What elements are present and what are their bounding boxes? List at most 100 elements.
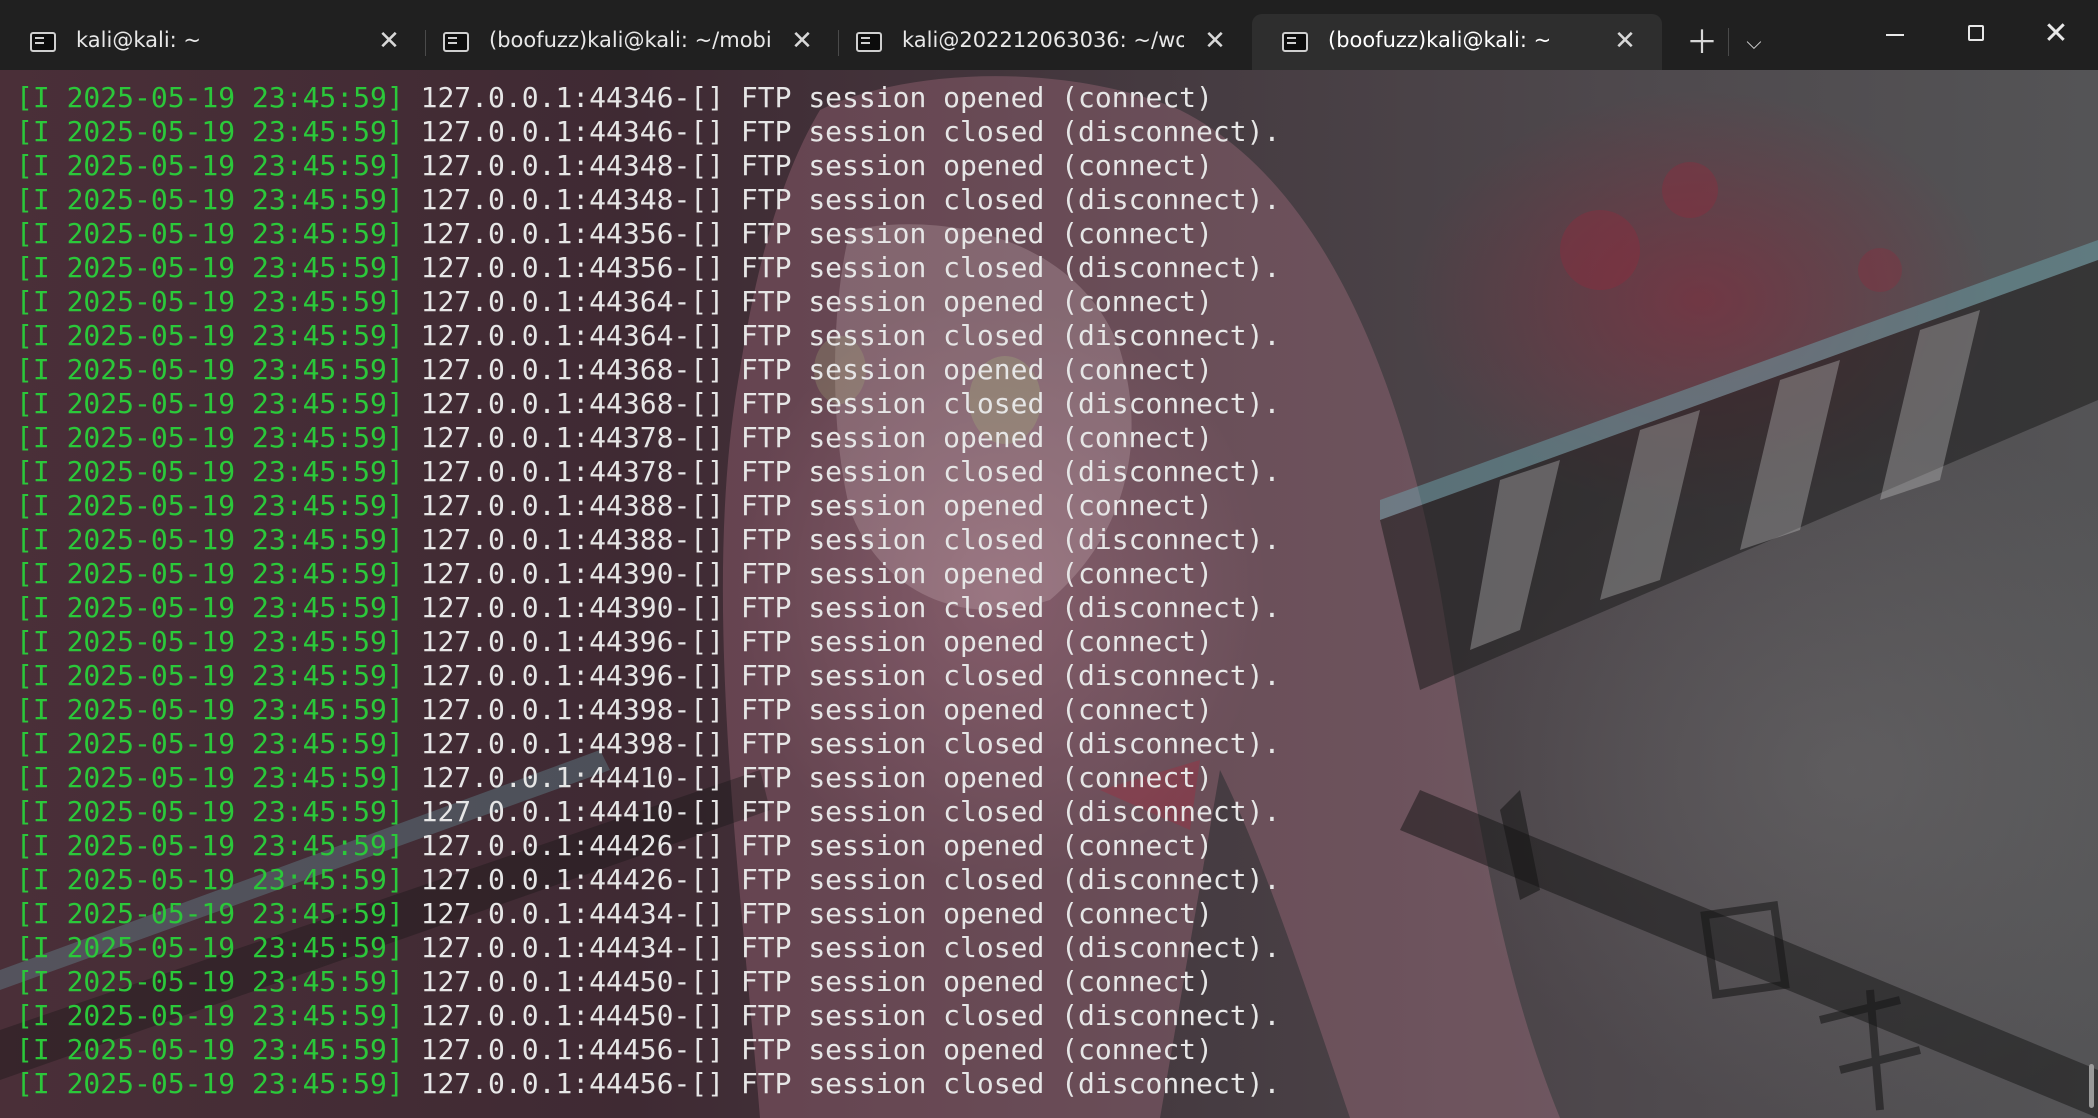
terminal-icon [30, 32, 56, 52]
close-icon[interactable]: ✕ [1610, 26, 1640, 56]
minimize-button[interactable] [1854, 8, 1934, 60]
tab-title: kali@202212063036: ~/worksp [902, 28, 1184, 52]
log-line: [I 2025-05-19 23:45:59] 127.0.0.1:44390-… [16, 591, 1280, 625]
log-timestamp: [I 2025-05-19 23:45:59] [16, 183, 404, 216]
log-timestamp: [I 2025-05-19 23:45:59] [16, 217, 404, 250]
log-line: [I 2025-05-19 23:45:59] 127.0.0.1:44396-… [16, 625, 1280, 659]
log-message: 127.0.0.1:44388-[] FTP session closed (d… [403, 523, 1281, 556]
close-icon[interactable]: ✕ [374, 26, 404, 56]
log-line: [I 2025-05-19 23:45:59] 127.0.0.1:44356-… [16, 217, 1280, 251]
log-message: 127.0.0.1:44426-[] FTP session closed (d… [403, 863, 1281, 896]
tab-dropdown-button[interactable]: ⌵ [1732, 22, 1776, 62]
log-timestamp: [I 2025-05-19 23:45:59] [16, 455, 404, 488]
log-line: [I 2025-05-19 23:45:59] 127.0.0.1:44348-… [16, 149, 1280, 183]
log-timestamp: [I 2025-05-19 23:45:59] [16, 557, 404, 590]
log-line: [I 2025-05-19 23:45:59] 127.0.0.1:44434-… [16, 931, 1280, 965]
log-timestamp: [I 2025-05-19 23:45:59] [16, 999, 404, 1032]
log-line: [I 2025-05-19 23:45:59] 127.0.0.1:44348-… [16, 183, 1280, 217]
log-line: [I 2025-05-19 23:45:59] 127.0.0.1:44364-… [16, 319, 1280, 353]
log-timestamp: [I 2025-05-19 23:45:59] [16, 421, 404, 454]
log-timestamp: [I 2025-05-19 23:45:59] [16, 1067, 404, 1100]
log-message: 127.0.0.1:44348-[] FTP session opened (c… [403, 149, 1213, 182]
log-timestamp: [I 2025-05-19 23:45:59] [16, 285, 404, 318]
close-window-button[interactable]: ✕ [2016, 8, 2096, 60]
chevron-down-icon: ⌵ [1746, 30, 1762, 54]
log-timestamp: [I 2025-05-19 23:45:59] [16, 591, 404, 624]
log-message: 127.0.0.1:44410-[] FTP session closed (d… [403, 795, 1281, 828]
log-line: [I 2025-05-19 23:45:59] 127.0.0.1:44368-… [16, 353, 1280, 387]
log-message: 127.0.0.1:44364-[] FTP session closed (d… [403, 319, 1281, 352]
log-message: 127.0.0.1:44410-[] FTP session opened (c… [403, 761, 1213, 794]
log-timestamp: [I 2025-05-19 23:45:59] [16, 795, 404, 828]
log-message: 127.0.0.1:44396-[] FTP session closed (d… [403, 659, 1281, 692]
log-timestamp: [I 2025-05-19 23:45:59] [16, 489, 404, 522]
log-timestamp: [I 2025-05-19 23:45:59] [16, 115, 404, 148]
new-tab-button[interactable]: ＋ [1680, 22, 1724, 62]
log-line: [I 2025-05-19 23:45:59] 127.0.0.1:44396-… [16, 659, 1280, 693]
log-line: [I 2025-05-19 23:45:59] 127.0.0.1:44388-… [16, 489, 1280, 523]
terminal-icon [856, 32, 882, 52]
terminal-output: [I 2025-05-19 23:45:59] 127.0.0.1:44346-… [16, 81, 1280, 1101]
close-icon: ✕ [2043, 16, 2069, 51]
maximize-button[interactable] [1936, 8, 2016, 60]
log-message: 127.0.0.1:44356-[] FTP session closed (d… [403, 251, 1281, 284]
terminal-icon [1282, 32, 1308, 52]
log-line: [I 2025-05-19 23:45:59] 127.0.0.1:44450-… [16, 965, 1280, 999]
log-message: 127.0.0.1:44390-[] FTP session closed (d… [403, 591, 1281, 624]
log-line: [I 2025-05-19 23:45:59] 127.0.0.1:44410-… [16, 795, 1280, 829]
log-message: 127.0.0.1:44434-[] FTP session opened (c… [403, 897, 1213, 930]
tab-boofuzz-mobile[interactable]: (boofuzz)kali@kali: ~/mobile/l ✕ [413, 14, 831, 70]
log-line: [I 2025-05-19 23:45:59] 127.0.0.1:44398-… [16, 693, 1280, 727]
plus-icon: ＋ [1685, 23, 1718, 61]
log-line: [I 2025-05-19 23:45:59] 127.0.0.1:44398-… [16, 727, 1280, 761]
scrollbar-thumb[interactable] [2089, 1064, 2094, 1108]
log-message: 127.0.0.1:44456-[] FTP session closed (d… [403, 1067, 1281, 1100]
log-message: 127.0.0.1:44398-[] FTP session opened (c… [403, 693, 1213, 726]
terminal-pane[interactable]: [I 2025-05-19 23:45:59] 127.0.0.1:44346-… [0, 70, 2098, 1118]
log-line: [I 2025-05-19 23:45:59] 127.0.0.1:44368-… [16, 387, 1280, 421]
log-line: [I 2025-05-19 23:45:59] 127.0.0.1:44456-… [16, 1033, 1280, 1067]
log-line: [I 2025-05-19 23:45:59] 127.0.0.1:44364-… [16, 285, 1280, 319]
log-message: 127.0.0.1:44368-[] FTP session opened (c… [403, 353, 1213, 386]
log-line: [I 2025-05-19 23:45:59] 127.0.0.1:44390-… [16, 557, 1280, 591]
log-message: 127.0.0.1:44364-[] FTP session opened (c… [403, 285, 1213, 318]
log-message: 127.0.0.1:44378-[] FTP session opened (c… [403, 421, 1213, 454]
log-message: 127.0.0.1:44450-[] FTP session opened (c… [403, 965, 1213, 998]
terminal-icon [443, 32, 469, 52]
log-message: 127.0.0.1:44346-[] FTP session closed (d… [403, 115, 1281, 148]
tab-boofuzz-home[interactable]: (boofuzz)kali@kali: ~ ✕ [1252, 14, 1662, 70]
log-message: 127.0.0.1:44388-[] FTP session opened (c… [403, 489, 1213, 522]
log-message: 127.0.0.1:44426-[] FTP session opened (c… [403, 829, 1213, 862]
log-line: [I 2025-05-19 23:45:59] 127.0.0.1:44346-… [16, 81, 1280, 115]
log-line: [I 2025-05-19 23:45:59] 127.0.0.1:44410-… [16, 761, 1280, 795]
log-timestamp: [I 2025-05-19 23:45:59] [16, 149, 404, 182]
log-timestamp: [I 2025-05-19 23:45:59] [16, 523, 404, 556]
log-message: 127.0.0.1:44456-[] FTP session opened (c… [403, 1033, 1213, 1066]
log-timestamp: [I 2025-05-19 23:45:59] [16, 659, 404, 692]
log-timestamp: [I 2025-05-19 23:45:59] [16, 727, 404, 760]
log-line: [I 2025-05-19 23:45:59] 127.0.0.1:44378-… [16, 455, 1280, 489]
close-icon[interactable]: ✕ [1200, 26, 1230, 56]
close-icon[interactable]: ✕ [787, 26, 817, 56]
log-timestamp: [I 2025-05-19 23:45:59] [16, 931, 404, 964]
log-timestamp: [I 2025-05-19 23:45:59] [16, 965, 404, 998]
log-message: 127.0.0.1:44346-[] FTP session opened (c… [403, 81, 1213, 114]
tab-kali-home[interactable]: kali@kali: ~ ✕ [0, 14, 418, 70]
tab-title: (boofuzz)kali@kali: ~ [1328, 28, 1552, 52]
log-timestamp: [I 2025-05-19 23:45:59] [16, 319, 404, 352]
log-line: [I 2025-05-19 23:45:59] 127.0.0.1:44356-… [16, 251, 1280, 285]
log-line: [I 2025-05-19 23:45:59] 127.0.0.1:44426-… [16, 863, 1280, 897]
log-timestamp: [I 2025-05-19 23:45:59] [16, 353, 404, 386]
log-line: [I 2025-05-19 23:45:59] 127.0.0.1:44378-… [16, 421, 1280, 455]
log-timestamp: [I 2025-05-19 23:45:59] [16, 693, 404, 726]
log-timestamp: [I 2025-05-19 23:45:59] [16, 1033, 404, 1066]
log-timestamp: [I 2025-05-19 23:45:59] [16, 81, 404, 114]
log-message: 127.0.0.1:44396-[] FTP session opened (c… [403, 625, 1213, 658]
log-message: 127.0.0.1:44348-[] FTP session closed (d… [403, 183, 1281, 216]
tab-kali-worksp[interactable]: kali@202212063036: ~/worksp ✕ [826, 14, 1244, 70]
log-message: 127.0.0.1:44378-[] FTP session closed (d… [403, 455, 1281, 488]
log-timestamp: [I 2025-05-19 23:45:59] [16, 625, 404, 658]
log-message: 127.0.0.1:44356-[] FTP session opened (c… [403, 217, 1213, 250]
log-timestamp: [I 2025-05-19 23:45:59] [16, 387, 404, 420]
log-timestamp: [I 2025-05-19 23:45:59] [16, 761, 404, 794]
